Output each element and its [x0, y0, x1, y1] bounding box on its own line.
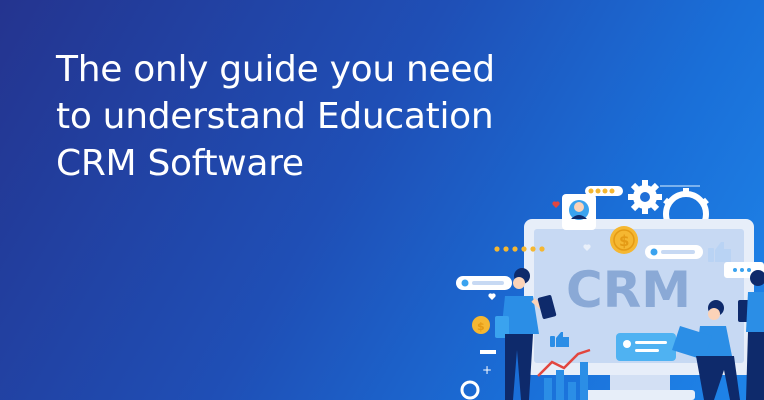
decor-dots: [480, 350, 496, 354]
svg-text:$: $: [619, 232, 629, 250]
dollar-coin-icon: $: [472, 316, 490, 334]
star-rating-icon: [585, 186, 623, 196]
dollar-coin-icon: $: [610, 226, 638, 254]
crm-monitor-text: CRM: [566, 261, 691, 319]
heart-icon: [488, 293, 496, 300]
chat-bubble-icon: [616, 333, 676, 361]
chat-bubble-icon: [456, 276, 512, 290]
svg-text:$: $: [477, 320, 485, 333]
avatar-icon: [562, 194, 596, 230]
chat-bubble-icon: [645, 245, 703, 259]
plus-icon: +: [482, 363, 492, 377]
gear-icon: [628, 180, 662, 214]
crm-illustration: CRM $ $ +: [456, 180, 764, 400]
heart-icon: [552, 201, 560, 208]
decor-ring: [460, 380, 480, 400]
hero-banner: The only guide you need to understand Ed…: [0, 0, 764, 400]
